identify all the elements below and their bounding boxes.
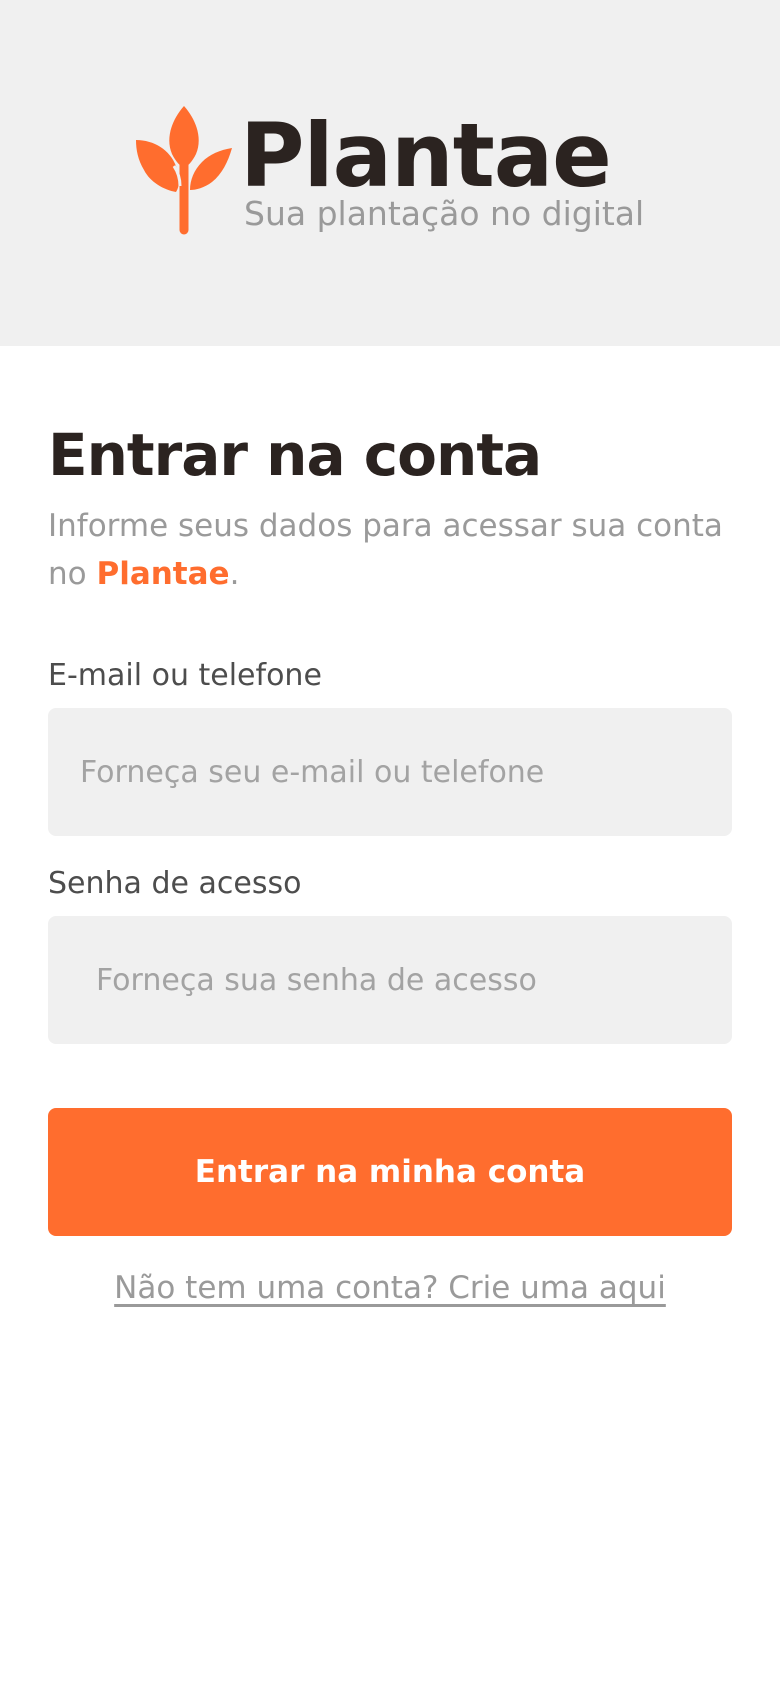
- plantae-logo: Plantae Sua plantação no digital: [136, 106, 656, 246]
- login-button[interactable]: Entrar na minha conta: [48, 1108, 732, 1236]
- subtitle-brand: Plantae: [96, 556, 230, 592]
- subtitle-period: .: [229, 556, 240, 592]
- signup-link[interactable]: Não tem uma conta? Crie uma aqui: [48, 1266, 732, 1310]
- sprout-icon: [136, 106, 232, 240]
- app-header: Plantae Sua plantação no digital: [0, 0, 780, 346]
- email-label: E-mail ou telefone: [48, 658, 322, 693]
- login-page: Plantae Sua plantação no digital Entrar …: [0, 0, 780, 1688]
- page-subtitle: Informe seus dados para acessar sua cont…: [48, 502, 732, 598]
- brand-name: Plantae: [240, 104, 612, 207]
- email-field[interactable]: [48, 708, 732, 836]
- page-title: Entrar na conta: [48, 421, 542, 489]
- brand-tagline: Sua plantação no digital: [244, 194, 645, 233]
- password-field[interactable]: [48, 916, 732, 1044]
- password-label: Senha de acesso: [48, 866, 302, 901]
